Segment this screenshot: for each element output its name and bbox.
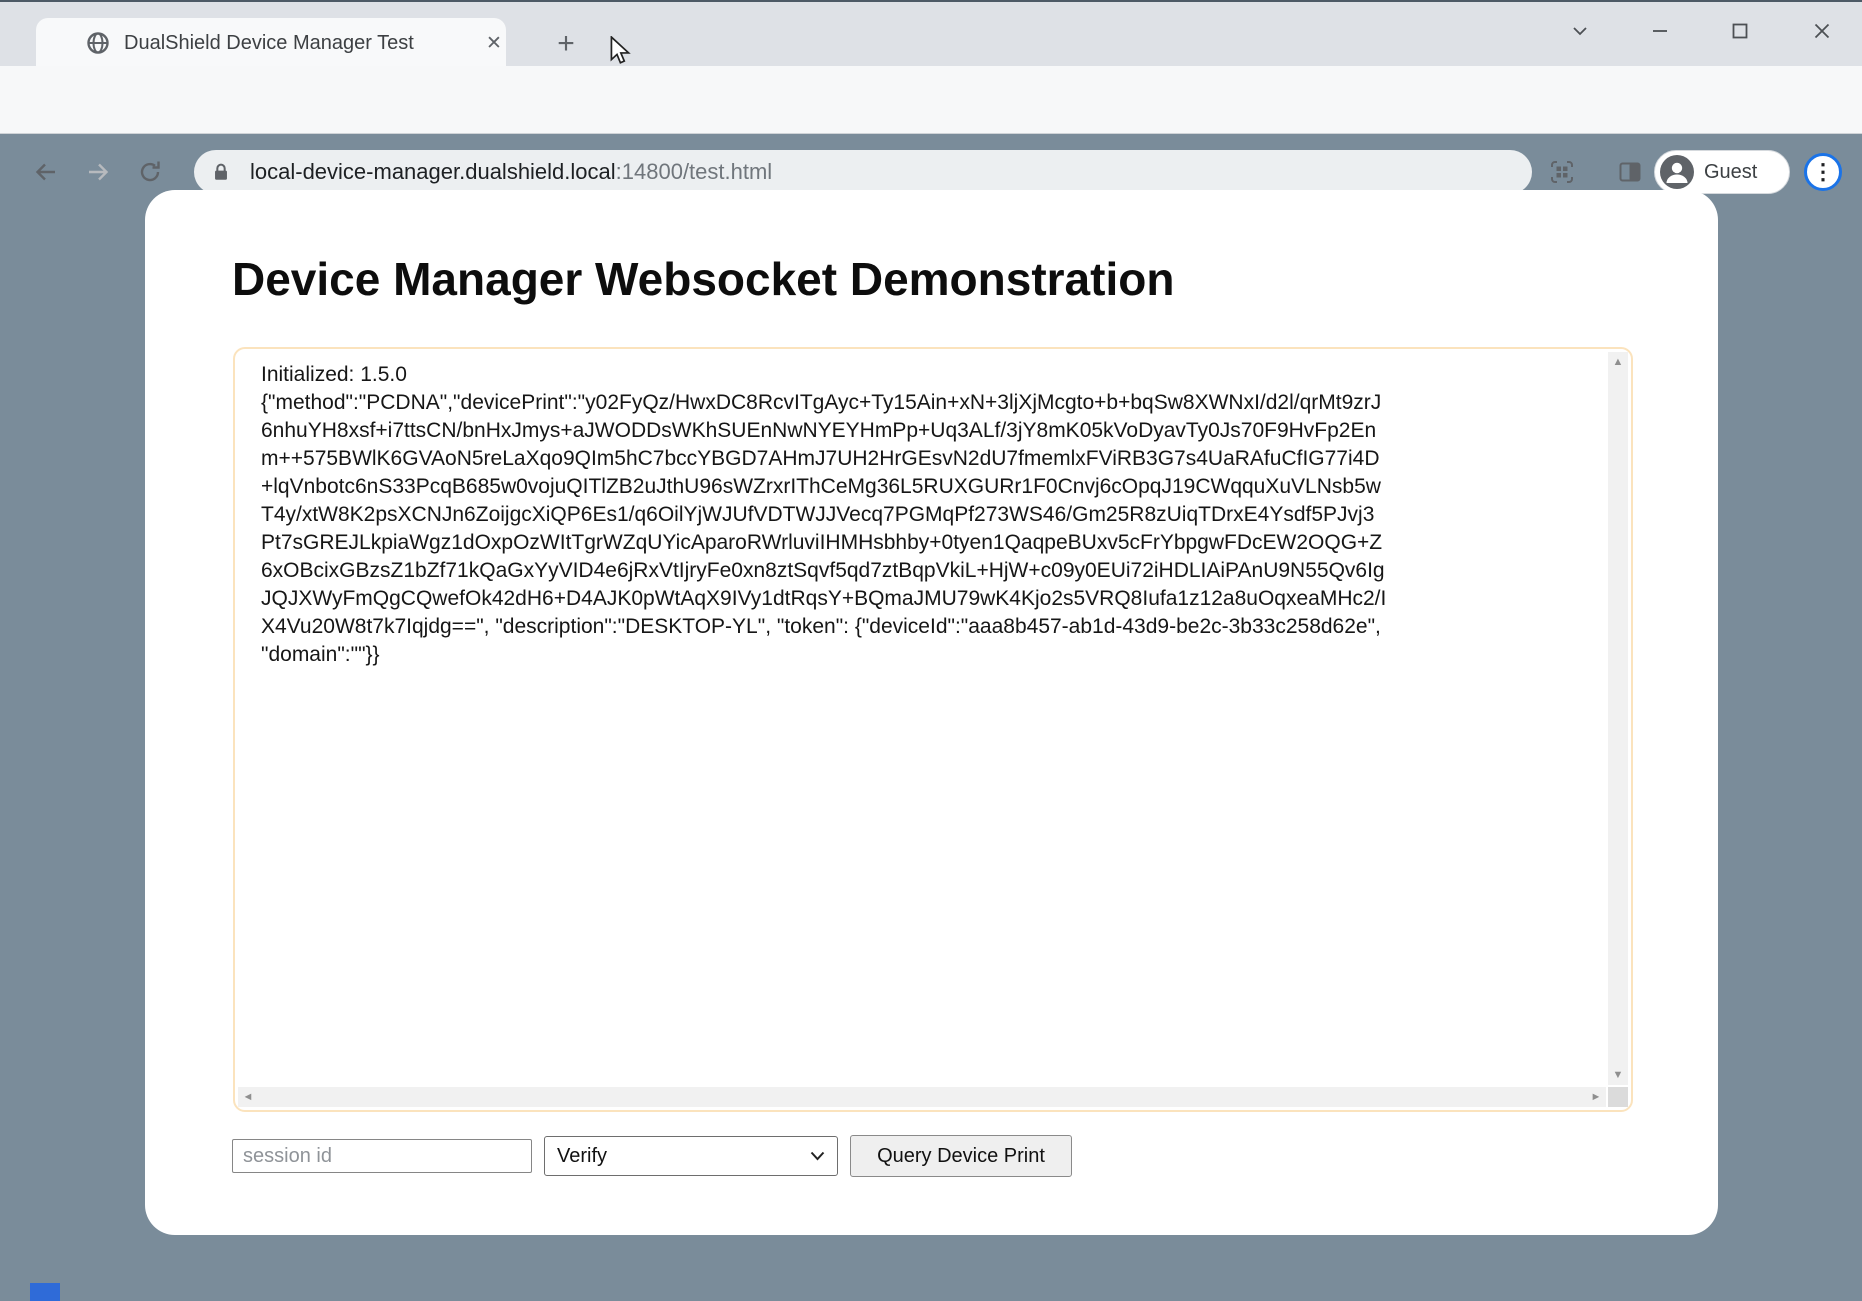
window-maximize-icon[interactable] [1718,16,1762,46]
browser-window: DualShield Device Manager Test ✕ + local… [0,0,1862,1301]
profile-label: Guest [1704,160,1758,183]
log-textarea[interactable]: Initialized: 1.5.0 {"method":"PCDNA","de… [233,347,1633,1112]
log-text: Initialized: 1.5.0 {"method":"PCDNA","de… [261,363,1387,666]
scrollbar-corner [1608,1087,1628,1107]
profile-button[interactable]: Guest [1654,150,1790,194]
url-host: local-device-manager.dualshield.local [250,159,616,184]
address-bar[interactable]: local-device-manager.dualshield.local:14… [194,150,1532,194]
action-select-value: Verify [557,1144,608,1167]
back-icon[interactable] [26,152,66,192]
reload-icon[interactable] [130,152,170,192]
horizontal-scrollbar[interactable]: ◄ ► [238,1087,1606,1107]
side-panel-icon[interactable] [1614,158,1646,186]
url-path: :14800/test.html [615,159,773,184]
window-close-icon[interactable] [1800,16,1844,46]
url-text: local-device-manager.dualshield.local:14… [250,159,772,185]
toolbar-divider [0,133,1862,134]
scroll-down-icon[interactable]: ▼ [1608,1065,1628,1085]
lock-icon[interactable] [210,161,232,183]
guest-avatar-icon [1660,155,1694,189]
browser-toolbar: local-device-manager.dualshield.local:14… [0,66,1862,194]
browser-menu-icon[interactable]: ⋮ [1804,153,1842,191]
favicon-globe-icon [86,31,110,55]
forward-icon[interactable] [78,152,118,192]
action-select[interactable]: Verify [544,1136,838,1176]
query-device-print-button[interactable]: Query Device Print [850,1135,1072,1177]
browser-tab[interactable]: DualShield Device Manager Test ✕ [36,18,506,68]
chevron-down-icon [810,1151,825,1161]
tab-strip: DualShield Device Manager Test ✕ + [0,2,1862,68]
tab-close-icon[interactable]: ✕ [480,29,508,57]
apps-grid-icon[interactable] [1546,158,1578,186]
scroll-left-icon[interactable]: ◄ [238,1087,258,1107]
session-id-input[interactable] [232,1139,532,1173]
mouse-cursor [607,35,633,71]
tab-title: DualShield Device Manager Test [124,32,414,54]
scroll-up-icon[interactable]: ▲ [1608,352,1628,372]
window-minimize-icon[interactable] [1638,16,1682,46]
window-chevron-down-icon[interactable] [1558,16,1602,46]
vertical-scrollbar[interactable]: ▲ ▼ [1608,352,1628,1085]
new-tab-button[interactable]: + [548,26,584,62]
scroll-right-icon[interactable]: ► [1586,1087,1606,1107]
page-title: Device Manager Websocket Demonstration [232,253,1175,305]
background-window-fragment [30,1283,60,1301]
